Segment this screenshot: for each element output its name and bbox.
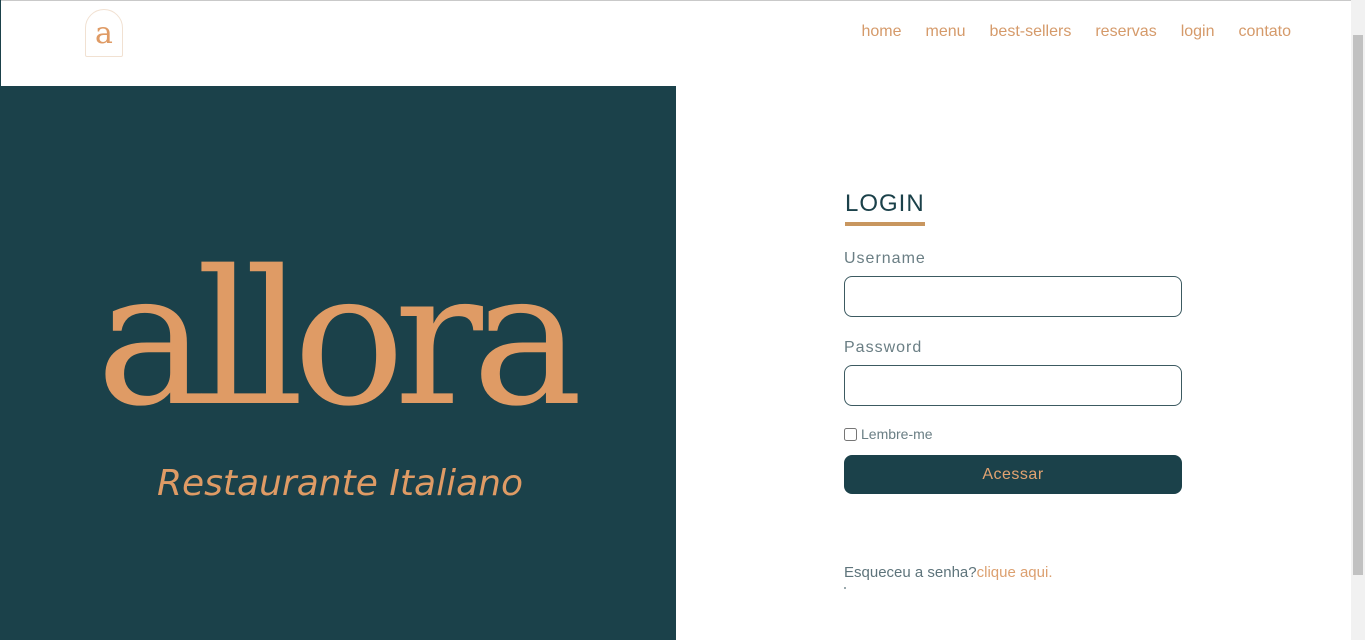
username-input[interactable]	[844, 276, 1182, 317]
nav-link-login[interactable]: login	[1181, 23, 1215, 41]
remember-label: Lembre-me	[861, 426, 933, 442]
site-header: a home menu best-sellers reservas login …	[0, 1, 1351, 86]
password-input[interactable]	[844, 365, 1182, 406]
nav-link-contato[interactable]: contato	[1239, 23, 1291, 41]
main-nav: home menu best-sellers reservas login co…	[861, 23, 1291, 41]
forgot-password-row: Esqueceu a senha?clique aqui.	[844, 564, 1184, 581]
logo-letter: a	[95, 16, 113, 51]
username-label: Username	[844, 250, 926, 267]
brand-wordmark: allora	[96, 230, 583, 447]
login-title: LOGIN	[845, 190, 925, 226]
remember-checkbox[interactable]	[844, 427, 857, 441]
nav-link-menu[interactable]: menu	[926, 23, 966, 41]
page: a home menu best-sellers reservas login …	[0, 0, 1365, 640]
scrollbar-thumb[interactable]	[1353, 35, 1363, 575]
nav-link-reservas[interactable]: reservas	[1095, 23, 1156, 41]
left-border	[0, 0, 1, 86]
login-form: LOGIN Username Password Lembre-me Acessa…	[844, 190, 1184, 589]
password-label: Password	[844, 339, 923, 356]
remember-row: Lembre-me	[844, 426, 1184, 442]
scrollbar[interactable]	[1351, 0, 1365, 640]
forgot-password-link[interactable]: clique aqui.	[977, 564, 1053, 581]
login-submit-button[interactable]: Acessar	[844, 455, 1182, 494]
hero-panel: allora Restaurante Italiano	[0, 86, 676, 640]
nav-link-best-sellers[interactable]: best-sellers	[990, 23, 1072, 41]
brand-tagline: Restaurante Italiano	[157, 463, 523, 504]
logo[interactable]: a	[85, 9, 123, 57]
forgot-password-text: Esqueceu a senha?	[844, 564, 977, 581]
nav-link-home[interactable]: home	[861, 23, 901, 41]
small-dot	[844, 587, 846, 589]
